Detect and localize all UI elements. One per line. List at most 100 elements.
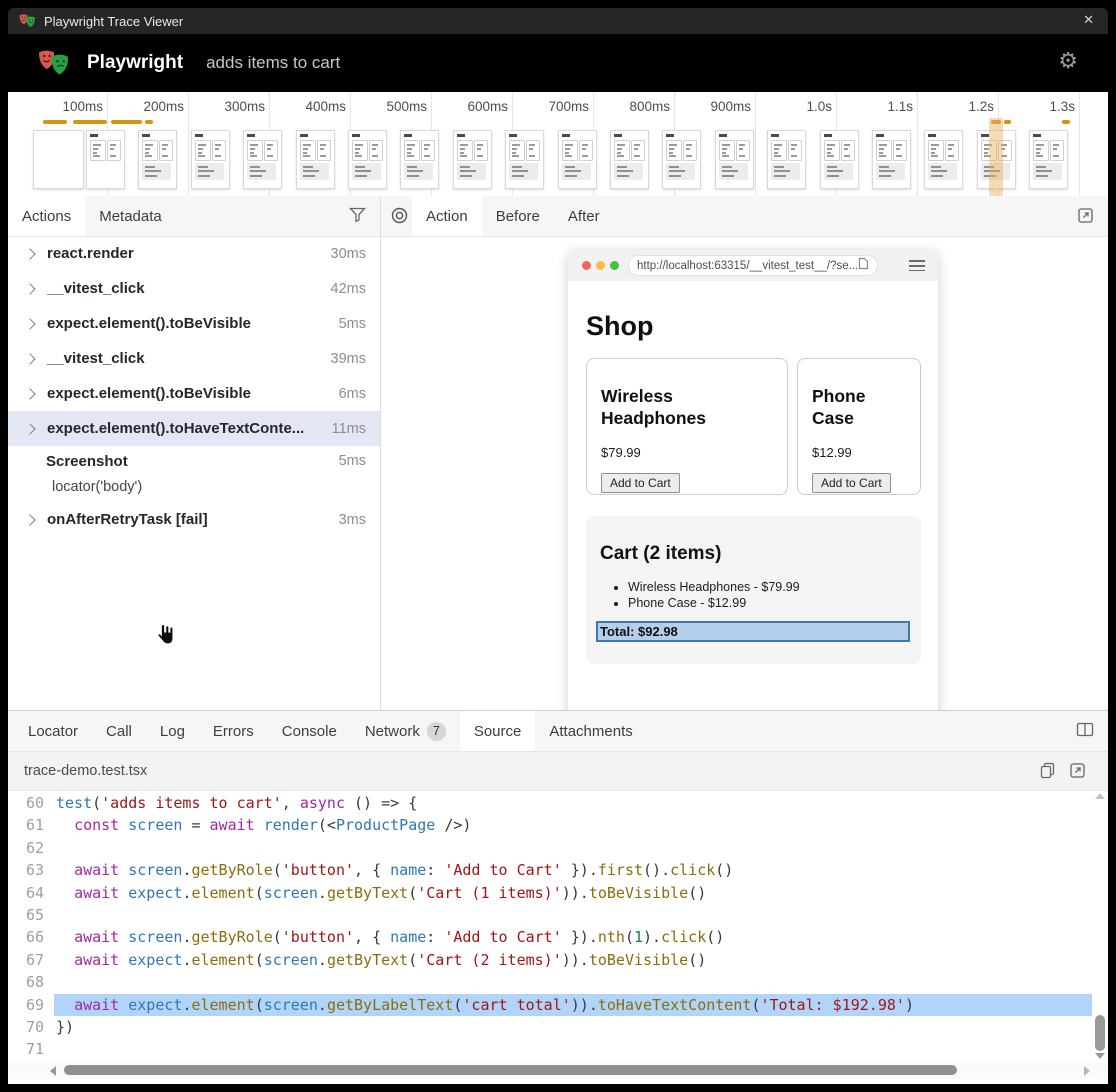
thumb-mock-line xyxy=(93,155,100,157)
thumb-mock-line xyxy=(460,166,470,168)
thumb-mock-line xyxy=(879,155,886,157)
tab-before[interactable]: Before xyxy=(482,196,554,236)
chevron-right-icon[interactable] xyxy=(24,353,35,364)
filmstrip-thumbnail[interactable] xyxy=(453,130,492,189)
thumb-mock-line xyxy=(215,155,221,157)
action-row[interactable]: expect.element().toBeVisible5ms xyxy=(8,306,380,341)
filmstrip-thumbnail[interactable] xyxy=(767,130,806,189)
external-link-icon[interactable] xyxy=(1069,762,1086,784)
vertical-scrollbar[interactable] xyxy=(1092,789,1108,1061)
thumb-mock-line xyxy=(879,144,887,146)
code-token: nth xyxy=(598,928,625,946)
tab-action[interactable]: Action xyxy=(412,196,482,236)
bullseye-icon[interactable] xyxy=(391,207,408,236)
address-bar[interactable]: http://localhost:63315/__vitest_test__/?… xyxy=(628,255,878,276)
source-file-name: trace-demo.test.tsx xyxy=(24,763,147,779)
filmstrip-thumbnail[interactable] xyxy=(191,130,230,189)
filmstrip-thumbnail[interactable] xyxy=(348,130,387,189)
app-header: Playwright adds items to cart ⚙ xyxy=(8,34,1108,92)
tab-attachments[interactable]: Attachments xyxy=(535,711,646,751)
thumb-mock-card xyxy=(352,140,368,161)
copy-icon[interactable] xyxy=(1039,762,1055,784)
hamburger-icon[interactable] xyxy=(909,260,925,274)
action-row[interactable]: react.render30ms xyxy=(8,236,380,271)
source-code[interactable]: 60test('adds items to cart', async () =>… xyxy=(8,789,1092,1064)
action-row[interactable]: onAfterRetryTask [fail]3ms xyxy=(8,502,380,537)
tab-call[interactable]: Call xyxy=(92,711,146,751)
code-token: , xyxy=(282,794,300,812)
filmstrip-thumbnail[interactable] xyxy=(505,130,544,189)
tab-errors[interactable]: Errors xyxy=(199,711,268,751)
tab-log[interactable]: Log xyxy=(146,711,199,751)
external-link-icon[interactable] xyxy=(1077,207,1094,224)
add-to-cart-button[interactable]: Add to Cart xyxy=(812,473,891,493)
tab-console[interactable]: Console xyxy=(268,711,351,751)
split-view-icon[interactable] xyxy=(1076,722,1094,737)
horizontal-scrollbar-thumb[interactable] xyxy=(64,1065,957,1075)
code-token: getByRole xyxy=(191,928,272,946)
filmstrip-thumbnail[interactable] xyxy=(662,130,701,189)
action-row[interactable]: Screenshot5ms xyxy=(8,446,380,476)
tab-after[interactable]: After xyxy=(554,196,614,236)
chevron-right-icon[interactable] xyxy=(24,248,35,259)
chevron-right-icon[interactable] xyxy=(24,423,35,434)
code-token: . xyxy=(318,951,327,969)
thumb-mock-line xyxy=(303,170,319,172)
filmstrip-thumbnail[interactable] xyxy=(558,130,597,189)
add-to-cart-button[interactable]: Add to Cart xyxy=(601,473,680,493)
filmstrip-thumbnail[interactable] xyxy=(296,130,335,189)
timeline-tick-label: 1.0s xyxy=(752,99,832,114)
filmstrip-thumbnail[interactable] xyxy=(86,130,125,189)
filmstrip-thumbnail[interactable] xyxy=(33,130,84,189)
chevron-right-icon[interactable] xyxy=(24,283,35,294)
tab-source[interactable]: Source xyxy=(460,711,536,751)
filmstrip-thumbnail[interactable] xyxy=(138,130,177,189)
chevron-right-icon[interactable] xyxy=(24,388,35,399)
document-icon[interactable] xyxy=(858,257,869,275)
scroll-down-arrow-icon[interactable] xyxy=(1095,1053,1105,1059)
tab-network[interactable]: Network7 xyxy=(351,711,460,751)
code-token: 'adds items to cart' xyxy=(101,794,282,812)
line-number: 66 xyxy=(8,926,44,948)
code-token: )). xyxy=(571,996,598,1014)
scroll-left-arrow-icon[interactable] xyxy=(50,1066,56,1076)
filmstrip-thumbnail[interactable] xyxy=(924,130,963,189)
scroll-right-arrow-icon[interactable] xyxy=(1084,1066,1090,1076)
action-row[interactable]: __vitest_click39ms xyxy=(8,341,380,376)
scroll-up-arrow-icon[interactable] xyxy=(1095,793,1105,799)
thumb-mock-line xyxy=(250,175,262,177)
action-row[interactable]: __vitest_click42ms xyxy=(8,271,380,306)
filmstrip-thumbnail[interactable] xyxy=(243,130,282,189)
code-token: ProductPage xyxy=(336,816,435,834)
filmstrip-thumbnail[interactable] xyxy=(610,130,649,189)
action-row[interactable]: expect.element().toBeVisible6ms xyxy=(8,376,380,411)
thumb-mock-line xyxy=(250,166,260,168)
action-row[interactable]: expect.element().toHaveTextConte...11ms xyxy=(8,411,380,446)
code-token: const xyxy=(74,816,119,834)
code-token: 'button' xyxy=(282,861,354,879)
filmstrip-thumbnail[interactable] xyxy=(1029,130,1068,189)
thumb-mock-line xyxy=(320,144,326,146)
gear-icon[interactable]: ⚙ xyxy=(1058,50,1078,72)
vertical-scrollbar-thumb[interactable] xyxy=(1095,1015,1105,1051)
tab-locator[interactable]: Locator xyxy=(14,711,92,751)
tab-actions[interactable]: Actions xyxy=(8,196,85,236)
thumb-mock-title xyxy=(928,134,936,137)
horizontal-scrollbar[interactable] xyxy=(8,1061,1108,1079)
filmstrip-thumbnail[interactable] xyxy=(872,130,911,189)
chevron-right-icon[interactable] xyxy=(24,514,35,525)
timeline[interactable]: 100ms200ms300ms400ms500ms600ms700ms800ms… xyxy=(8,92,1108,197)
thumb-mock-line xyxy=(198,152,202,154)
funnel-icon[interactable] xyxy=(349,207,366,223)
tab-metadata[interactable]: Metadata xyxy=(85,196,176,236)
action-duration: 42ms xyxy=(331,281,366,297)
code-token: ( xyxy=(255,996,264,1014)
filmstrip-thumbnail[interactable] xyxy=(820,130,859,189)
filmstrip-thumbnail[interactable] xyxy=(400,130,439,189)
product-card: Phone Case$12.99Add to Cart xyxy=(797,358,921,495)
close-icon[interactable]: ✕ xyxy=(1083,12,1094,28)
filmstrip-thumbnail[interactable] xyxy=(715,130,754,189)
chevron-right-icon[interactable] xyxy=(24,318,35,329)
thumb-mock-card xyxy=(893,140,907,161)
thumb-mock-title xyxy=(195,134,203,137)
